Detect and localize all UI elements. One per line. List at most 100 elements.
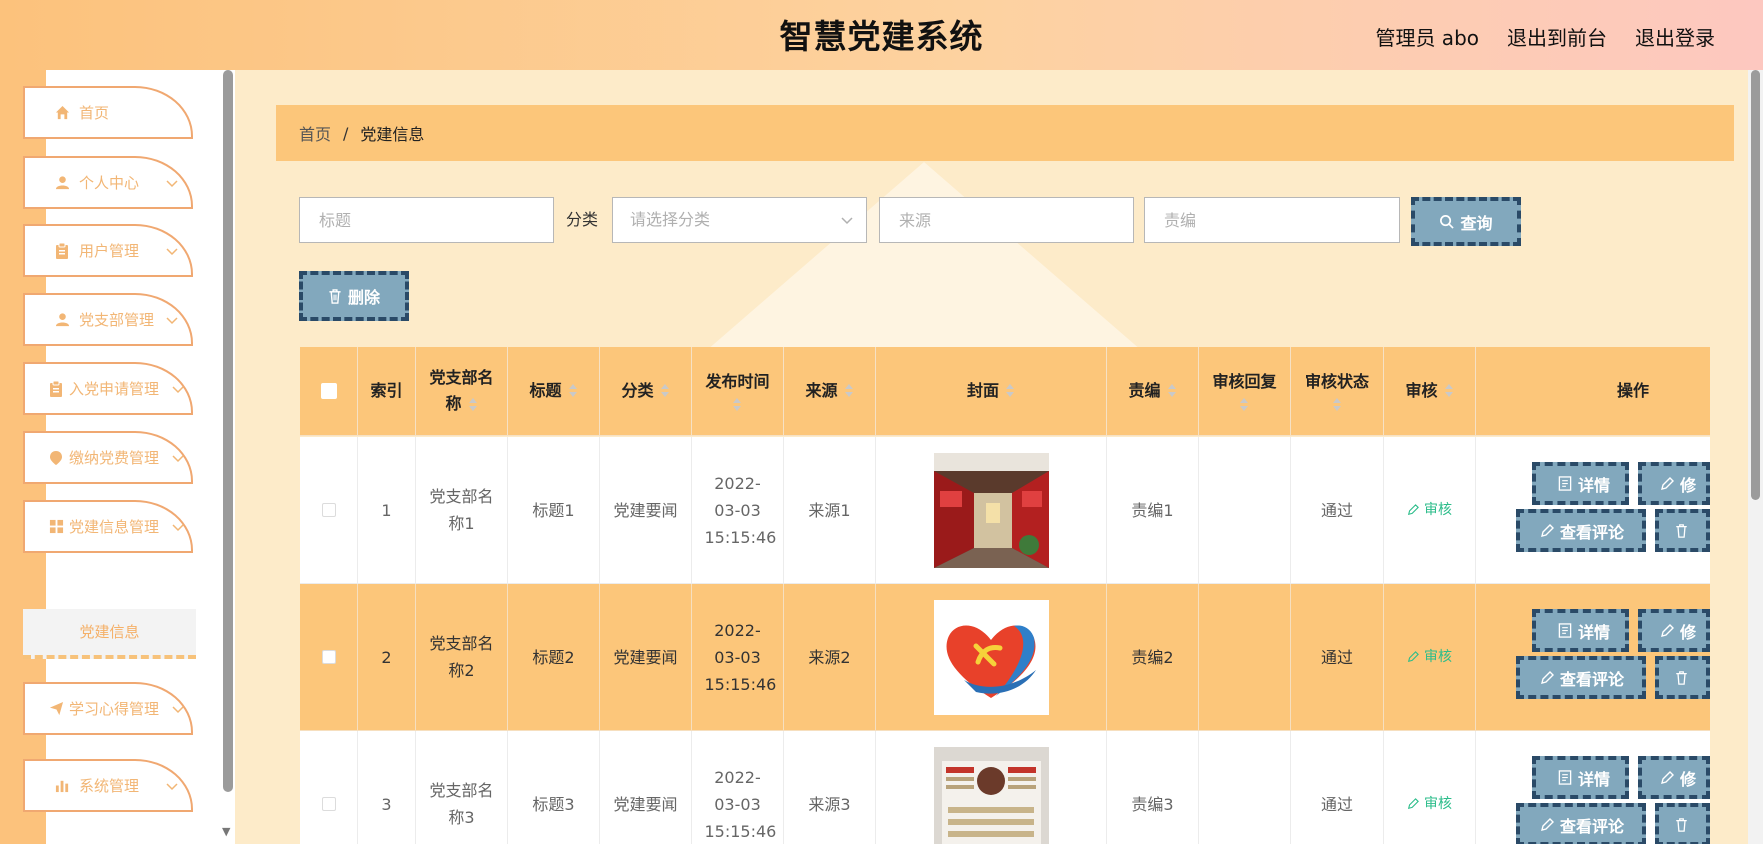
sort-icon[interactable]: [732, 397, 742, 413]
chevron-down-icon: [841, 217, 853, 225]
detail-button[interactable]: 详情: [1532, 609, 1629, 652]
sidebar-item-user-management[interactable]: 用户管理: [23, 224, 193, 277]
delete-row-button[interactable]: [1655, 656, 1710, 699]
detail-button[interactable]: 详情: [1532, 756, 1629, 799]
row-checkbox[interactable]: [321, 797, 336, 811]
cell-index: 3: [358, 731, 416, 844]
paper-plane-icon: [47, 700, 65, 718]
sidebar-item-dues-management[interactable]: 缴纳党费管理: [23, 431, 193, 484]
header-audit[interactable]: 审核: [1384, 347, 1476, 436]
sort-icon[interactable]: [1005, 383, 1015, 399]
header-category[interactable]: 分类: [600, 347, 692, 436]
select-all-checkbox[interactable]: [320, 383, 337, 399]
sort-icon[interactable]: [1332, 397, 1342, 413]
header-branch[interactable]: 党支部名称: [416, 347, 508, 436]
sort-icon[interactable]: [660, 383, 670, 399]
delete-button[interactable]: 删除: [299, 271, 409, 321]
sort-icon[interactable]: [1444, 383, 1454, 399]
cell-title: 标题2: [508, 584, 600, 731]
sidebar-item-info-management[interactable]: 党建信息管理: [23, 500, 193, 553]
logout-link[interactable]: 退出登录: [1635, 22, 1715, 51]
view-comments-button[interactable]: 查看评论: [1516, 509, 1646, 552]
cell-publish-time: 2022-03-03 15:15:46: [692, 731, 784, 844]
sort-icon[interactable]: [468, 397, 478, 413]
sidebar-subitem-party-info[interactable]: 党建信息: [23, 609, 196, 659]
breadcrumb-separator: /: [343, 123, 349, 143]
editor-input[interactable]: [1162, 198, 1380, 242]
header-category-label: 分类: [621, 381, 654, 400]
sort-icon[interactable]: [568, 383, 578, 399]
cell-audit: 审核: [1384, 437, 1476, 584]
header-cover[interactable]: 封面: [876, 347, 1107, 436]
cover-image-room[interactable]: [933, 452, 1049, 568]
header-status[interactable]: 审核状态: [1291, 347, 1384, 436]
query-button-label: 查询: [1460, 213, 1493, 233]
cell-audit: 审核: [1384, 584, 1476, 731]
header-editor[interactable]: 责编: [1107, 347, 1199, 436]
cell-source: 来源1: [784, 437, 876, 584]
sidebar-item-label: 缴纳党费管理: [69, 449, 160, 467]
current-user-label: 管理员 abo: [1375, 26, 1479, 50]
title-input[interactable]: [317, 198, 534, 242]
sidebar-item-branch-management[interactable]: 党支部管理: [23, 293, 193, 346]
top-links: 管理员 abo 退出到前台 退出登录: [1375, 22, 1715, 51]
cell-index: 1: [358, 437, 416, 584]
sort-icon[interactable]: [844, 383, 854, 399]
edit-icon: [1541, 670, 1554, 684]
header-index-label: 索引: [370, 381, 403, 400]
delete-row-button[interactable]: [1655, 509, 1710, 552]
query-button[interactable]: 查询: [1411, 197, 1521, 246]
header-reply[interactable]: 审核回复: [1199, 347, 1291, 436]
sidebar-scrollbar[interactable]: [223, 70, 233, 792]
category-select[interactable]: 请选择分类: [612, 197, 867, 243]
breadcrumb-home[interactable]: 首页: [299, 121, 331, 145]
main-content: 首页 / 党建信息 分类 请选择分类 查询 删除 索引 党支部名称 标题 分类 …: [264, 70, 1744, 844]
chevron-down-icon: [166, 248, 178, 256]
cell-audit: 审核: [1384, 731, 1476, 844]
sidebar-item-system-management[interactable]: 系统管理: [23, 759, 193, 812]
sort-icon[interactable]: [1167, 383, 1177, 399]
audit-link-label: 审核: [1424, 795, 1452, 812]
breadcrumb-current: 党建信息: [360, 125, 425, 144]
view-comments-button[interactable]: 查看评论: [1516, 803, 1646, 844]
source-input[interactable]: [897, 198, 1114, 242]
header-publish-time-label: 发布时间: [705, 372, 770, 391]
sort-icon[interactable]: [1239, 397, 1249, 413]
row-checkbox[interactable]: [321, 650, 336, 664]
edit-button[interactable]: 修: [1638, 462, 1710, 505]
cell-reply: [1199, 584, 1291, 731]
detail-button[interactable]: 详情: [1532, 462, 1629, 505]
cell-reply: [1199, 437, 1291, 584]
audit-link[interactable]: 审核: [1407, 791, 1452, 818]
page-scrollbar[interactable]: [1748, 70, 1763, 844]
edit-button[interactable]: 修: [1638, 756, 1710, 799]
audit-link[interactable]: 审核: [1407, 644, 1452, 671]
header-source-label: 来源: [805, 381, 838, 400]
view-comments-button[interactable]: 查看评论: [1516, 656, 1646, 699]
page-scrollbar-thumb[interactable]: [1751, 70, 1760, 500]
chevron-down-icon: [172, 455, 184, 463]
sidebar-item-learning-management[interactable]: 学习心得管理: [23, 682, 193, 735]
trash-icon: [329, 288, 341, 304]
header-source[interactable]: 来源: [784, 347, 876, 436]
source-search-field[interactable]: [879, 197, 1134, 243]
row-checkbox[interactable]: [321, 503, 336, 517]
header-ops: 操作: [1476, 347, 1710, 436]
user-icon: [53, 174, 71, 192]
edit-button[interactable]: 修: [1638, 609, 1710, 652]
cover-image-heart-emblem[interactable]: [933, 599, 1049, 715]
editor-search-field[interactable]: [1144, 197, 1400, 243]
cell-reply: [1199, 731, 1291, 844]
row-select-cell: [300, 437, 358, 584]
title-search-field[interactable]: [299, 197, 554, 243]
header-title[interactable]: 标题: [508, 347, 600, 436]
cover-image-wall-poster[interactable]: [933, 746, 1049, 844]
sidebar-item-home[interactable]: 首页: [23, 86, 193, 139]
exit-to-front-link[interactable]: 退出到前台: [1507, 22, 1607, 51]
sidebar-item-application-management[interactable]: 入党申请管理: [23, 362, 193, 415]
sidebar-scroll-down-icon[interactable]: ▼: [222, 825, 230, 838]
audit-link[interactable]: 审核: [1407, 497, 1452, 524]
delete-row-button[interactable]: [1655, 803, 1710, 844]
header-publish-time[interactable]: 发布时间: [692, 347, 784, 436]
sidebar-item-personal-center[interactable]: 个人中心: [23, 156, 193, 209]
